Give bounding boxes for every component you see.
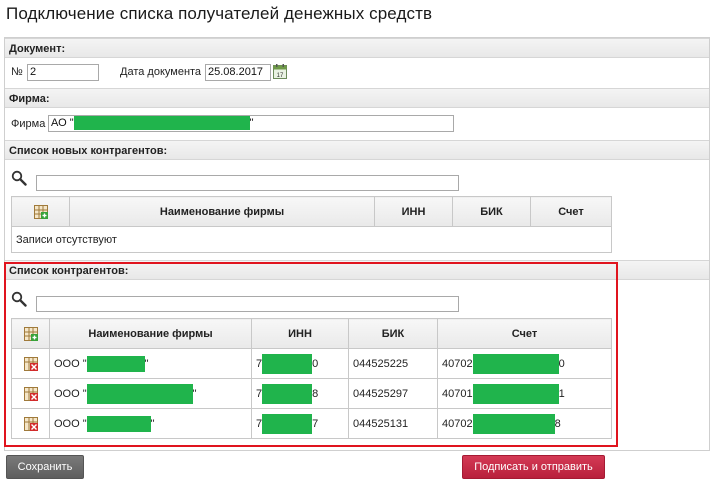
empty-records-text: Записи отсутствуют <box>11 226 612 253</box>
highlight-frame <box>4 262 618 447</box>
document-section-header: Документ: <box>5 38 709 58</box>
firm-name-prefix: АО " <box>51 117 74 129</box>
add-column-header <box>11 196 70 227</box>
firm-label: Фирма <box>11 118 46 130</box>
calendar-icon[interactable]: 17 <box>273 64 287 79</box>
firm-section-header: Фирма: <box>5 88 709 108</box>
firm-name-suffix: " <box>249 117 254 129</box>
firm-name-redaction <box>73 116 250 131</box>
document-number-input[interactable]: 2 <box>27 64 99 81</box>
column-bik: БИК <box>452 196 531 227</box>
svg-text:17: 17 <box>277 73 284 79</box>
search-icon[interactable] <box>11 170 27 186</box>
firm-input[interactable]: АО " " <box>48 115 454 132</box>
new-contractors-search-input[interactable] <box>36 175 459 191</box>
new-contractors-table: Наименование фирмы ИНН БИК Счет Записи о… <box>11 196 612 253</box>
document-date-input[interactable]: 25.08.2017 <box>205 64 271 81</box>
new-contractors-section-header: Список новых контрагентов: <box>5 140 709 160</box>
column-account: Счет <box>530 196 612 227</box>
sign-and-send-button[interactable]: Подписать и отправить <box>462 455 605 479</box>
column-inn: ИНН <box>374 196 453 227</box>
page-title: Подключение списка получателей денежных … <box>6 4 433 23</box>
column-firm-name: Наименование фирмы <box>69 196 375 227</box>
save-button[interactable]: Сохранить <box>6 455 84 479</box>
document-number-label: № <box>11 66 23 78</box>
add-row-icon[interactable] <box>33 204 48 219</box>
document-date-label: Дата документа <box>120 66 202 78</box>
